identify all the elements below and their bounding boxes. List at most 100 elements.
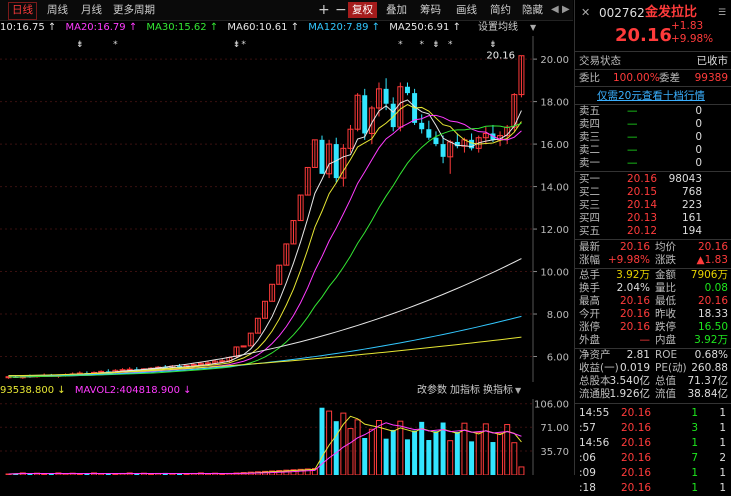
sell-volume: 0 (695, 131, 702, 143)
sell-price: — (627, 144, 638, 156)
stats-cell: 260.88 (691, 362, 728, 374)
weibi-label: 委比 (579, 72, 600, 84)
simple-button[interactable]: 简约 (490, 2, 511, 18)
hide-button[interactable]: 隐藏 (522, 2, 543, 18)
weibi-value: 100.00% (613, 72, 660, 84)
close-icon[interactable]: ✕ (581, 4, 590, 22)
tick-cell: 3 (691, 422, 698, 434)
sell-level-label: 卖二 (579, 144, 600, 156)
orderbook-row: 买四 20.13 161 (575, 212, 731, 225)
zoom-in-button[interactable]: + (318, 2, 330, 18)
tick-cell: 1 (691, 482, 698, 494)
zoom-out-button[interactable]: − (335, 2, 347, 18)
adjust-button[interactable]: 复权 (348, 2, 377, 18)
y-tick-label: 16.00 (540, 140, 569, 151)
candle-body (433, 137, 439, 145)
stats-row: 总股本 3.540亿 总值 71.37亿 (575, 375, 731, 388)
stats-cell: 总股本 (579, 375, 611, 387)
chevron-right-icon[interactable]: ▶ (562, 2, 570, 18)
y-tick-label: 18.00 (540, 98, 569, 109)
buy-level-label: 买一 (579, 173, 600, 185)
status-label: 交易状态 (579, 55, 621, 67)
stats-row: 涨幅 +9.98% 涨跌 ▲1.83 (575, 254, 731, 267)
stats-row: 最新 20.16 均价 20.16 (575, 241, 731, 254)
stats-cell: 换手 (579, 282, 600, 294)
tick-cell: :57 (579, 422, 596, 434)
y-tick-label: 12.00 (540, 225, 569, 236)
promo-link[interactable]: 仅需20元查看十档行情 (597, 88, 705, 104)
chevron-down-icon[interactable]: ▼ (530, 20, 536, 36)
down-marker: ⇟ (76, 40, 84, 50)
ma10-label: 10:16.75 ↑ (0, 22, 57, 33)
stats-cell: 18.33 (697, 308, 728, 320)
status-value: 已收市 (696, 55, 729, 67)
stats-cell: 20.16 (619, 321, 650, 333)
stats-row: 收益(一) 0.019 PE(动) 260.88 (575, 362, 731, 375)
tick-row: :09 20.16 1 1 (575, 466, 731, 481)
volume-bar (375, 420, 382, 475)
stats-cell: 0.019 (619, 362, 650, 374)
buy-volume: 194 (681, 225, 702, 237)
stats-cell: 均价 (655, 241, 676, 253)
stock-code: 002762 (599, 6, 645, 20)
stats-cell: 1.926亿 (609, 388, 650, 400)
tick-cell: :06 (579, 452, 596, 464)
settings-ma-button[interactable]: 设置均线 (478, 20, 518, 36)
tick-row: :06 20.16 7 2 (575, 451, 731, 466)
weicha-value: 99389 (694, 72, 728, 84)
chevron-left-icon[interactable]: ◀ (551, 2, 559, 18)
buy-volume: 223 (681, 199, 702, 211)
tab-more-periods[interactable]: 更多周期 (110, 2, 158, 18)
buy-volume: 98043 (668, 173, 702, 185)
candlestick-chart[interactable]: 20.00 18.00 16.00 14.00 12.00 10.00 8.00 6.00 * *… (0, 36, 573, 382)
sell-volume: 0 (695, 118, 702, 130)
buy-level-label: 买四 (579, 212, 600, 224)
buy-price: 20.13 (627, 212, 658, 224)
buy-price: 20.12 (627, 225, 658, 237)
modify-params-button[interactable]: 改参数 (417, 383, 447, 399)
volume-bar (426, 440, 432, 475)
volume-bar (518, 466, 525, 475)
volume-bar (433, 431, 439, 475)
chevron-down-icon[interactable]: ▼ (515, 383, 521, 399)
tab-daily[interactable]: 日线 (8, 2, 37, 20)
y-tick-label: 8.00 (547, 310, 569, 321)
volume-chart[interactable]: 106.00 71.00 35.70 (0, 399, 573, 475)
candle-body (319, 139, 325, 174)
down-marker: ⇟ (432, 40, 440, 50)
tab-weekly[interactable]: 周线 (44, 2, 71, 18)
candle-body (404, 86, 410, 94)
price-change-pct: +9.98% (671, 33, 714, 45)
sell-level-label: 卖三 (579, 131, 600, 143)
stats-cell: 外盘 (579, 334, 600, 346)
orderbook-row: 卖一 — 0 (575, 157, 731, 170)
y-tick-label: 20.00 (540, 55, 569, 66)
tick-cell: 1 (691, 407, 698, 419)
stats-cell: 总手 (579, 269, 600, 281)
chips-button[interactable]: 筹码 (420, 2, 441, 18)
stats-cell: 20.16 (697, 295, 728, 307)
tick-cell: 1 (691, 467, 698, 479)
add-indicator-button[interactable]: 加指标 (450, 383, 480, 399)
down-marker: ⇟ (233, 40, 241, 50)
stats-cell: 20.16 (619, 308, 650, 320)
buy-price: 20.15 (627, 186, 658, 198)
ma-line (8, 122, 522, 378)
star-marker: * (241, 40, 246, 50)
candle-body (205, 362, 212, 365)
tick-cell: 1 (719, 482, 726, 494)
candle-body (190, 364, 197, 367)
ma60-label: MA60:10.61 ↑ (227, 22, 300, 33)
stats-row: 流通股 1.926亿 流值 38.84亿 (575, 388, 731, 401)
menu-icon[interactable]: ☰ (718, 4, 726, 22)
draw-button[interactable]: 画线 (456, 2, 477, 18)
price-change: +1.83 (671, 20, 704, 32)
last-price-label: 20.16 (486, 51, 515, 62)
stats-cell: 最低 (655, 295, 676, 307)
tab-monthly[interactable]: 月线 (78, 2, 105, 18)
overlay-button[interactable]: 叠加 (386, 2, 407, 18)
stats-row: 外盘 — 内盘 3.92万 (575, 334, 731, 347)
tick-cell: 20.16 (621, 467, 652, 479)
candle-body (383, 88, 389, 104)
switch-indicator-button[interactable]: 换指标 (483, 383, 513, 399)
